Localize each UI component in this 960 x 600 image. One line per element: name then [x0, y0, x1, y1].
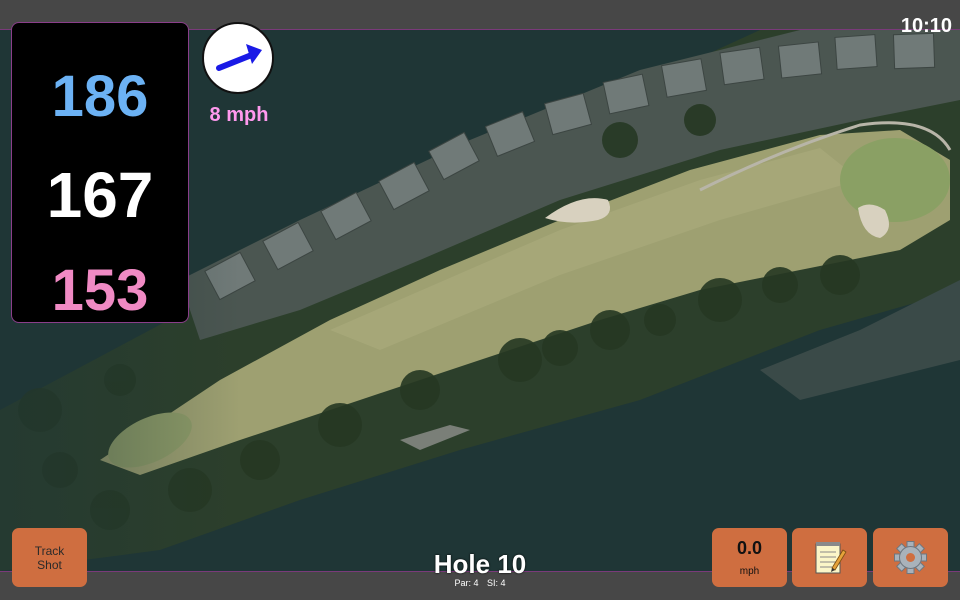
- front-distance: 153: [51, 258, 149, 323]
- notepad-icon: [815, 542, 847, 574]
- track-shot-label-line1: Track: [34, 543, 65, 558]
- hole-title: Hole 10: [433, 549, 527, 579]
- speed-button[interactable]: 0.0 mph: [712, 528, 787, 587]
- settings-button[interactable]: [873, 528, 948, 587]
- speed-value: 0.0: [736, 538, 763, 558]
- gear-icon: [894, 541, 927, 574]
- back-distance: 186: [51, 64, 149, 129]
- speed-unit: mph: [739, 566, 760, 577]
- wind-speed-label: 8 mph: [209, 104, 269, 126]
- notes-button[interactable]: [792, 528, 867, 587]
- wind-direction-indicator: [202, 22, 274, 94]
- track-shot-button[interactable]: Track Shot: [12, 528, 87, 587]
- par-label: Par: 4: [454, 578, 479, 588]
- track-shot-label-line2: Shot: [37, 557, 62, 572]
- center-distance: 167: [46, 159, 154, 231]
- hole-info: Par: 4 SI: 4: [380, 578, 580, 588]
- distance-panel: 186 167 153: [11, 22, 189, 323]
- clock-time: 10:10: [900, 15, 952, 37]
- stroke-index-label: SI: 4: [487, 578, 506, 588]
- golf-gps-screen: 10:10 186 167 153 8 mph Track Shot Hole …: [0, 0, 960, 600]
- wind-arrow-icon: [216, 44, 262, 71]
